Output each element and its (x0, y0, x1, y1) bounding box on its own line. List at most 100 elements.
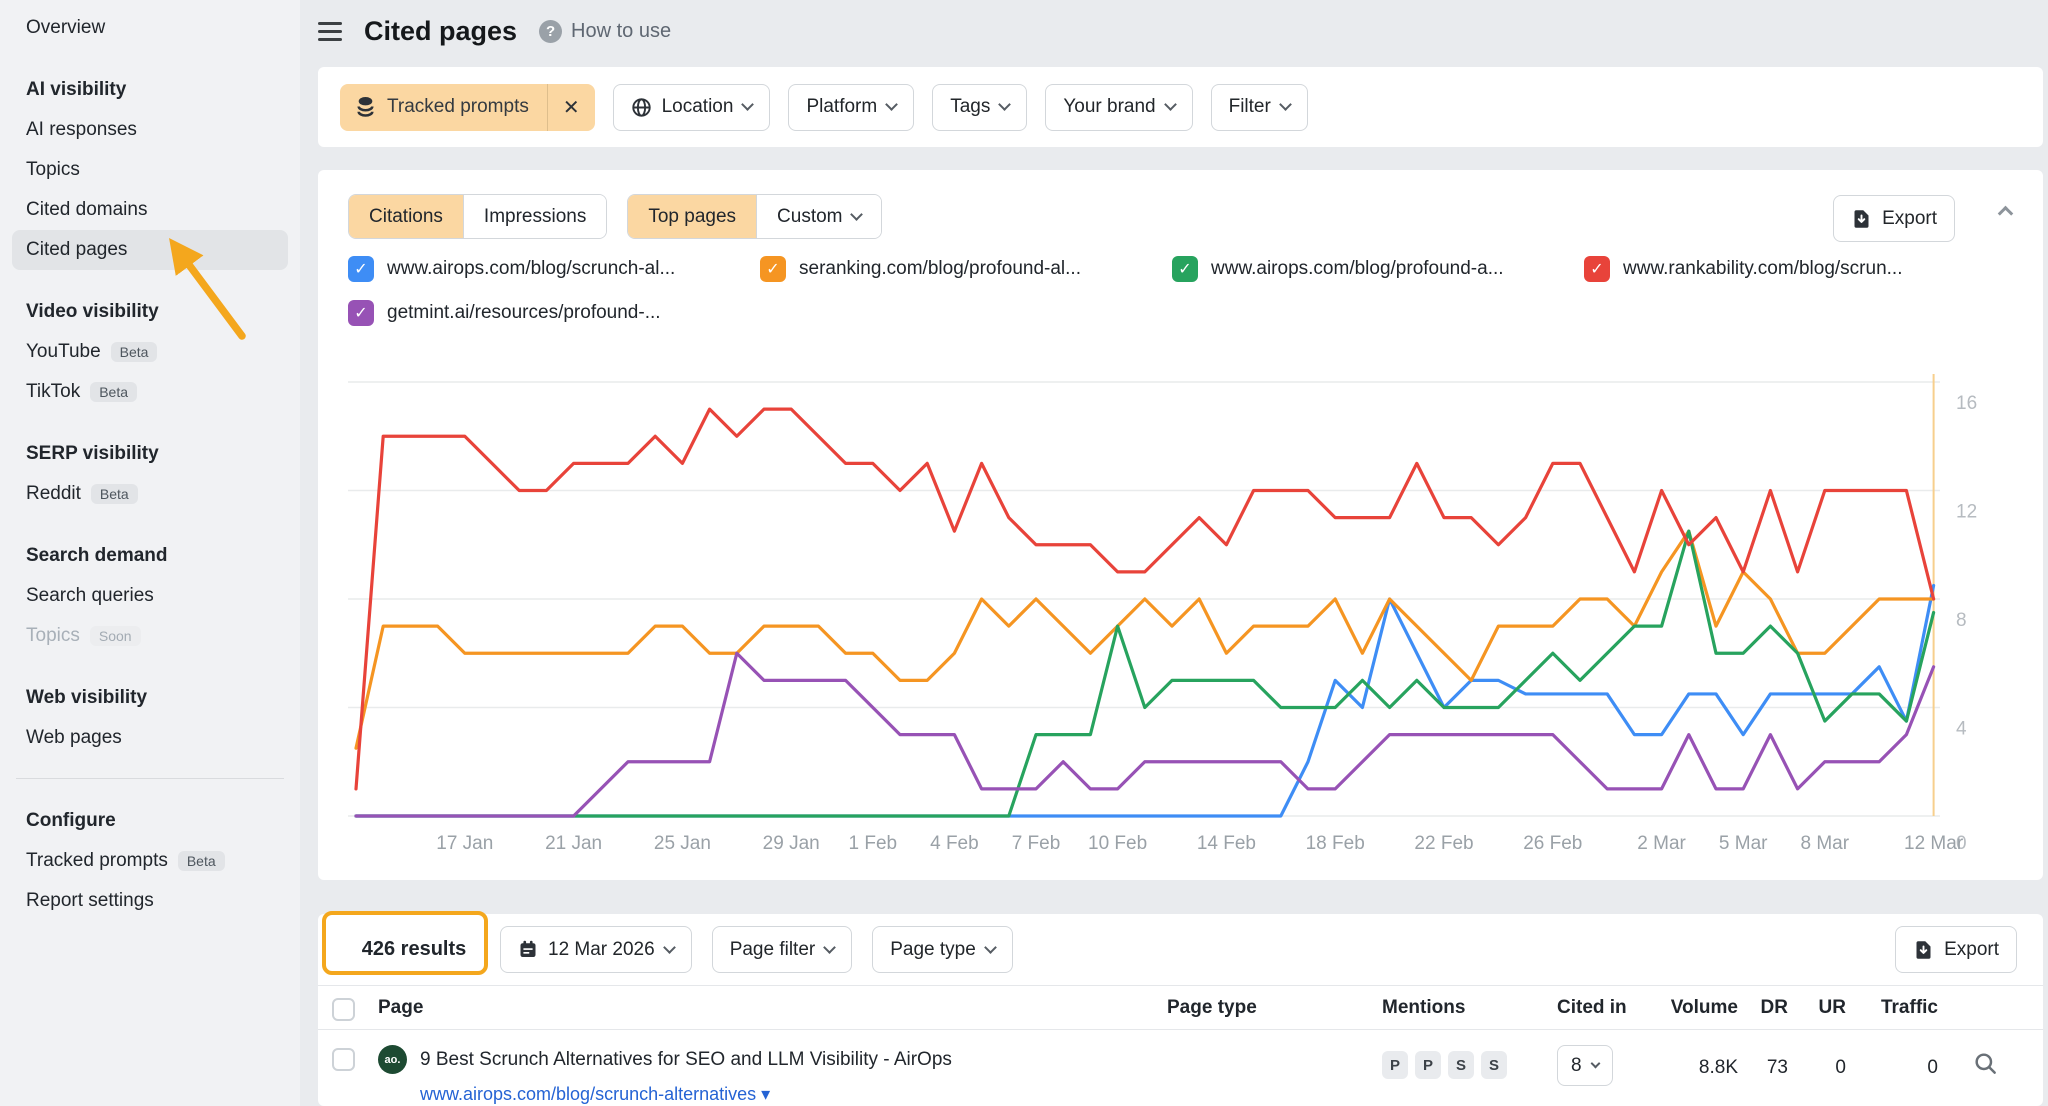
prompts-stack-icon (355, 96, 376, 118)
inspect-button[interactable] (1948, 1045, 2023, 1105)
svg-text:8 Mar: 8 Mar (1801, 833, 1850, 854)
page-filter-button[interactable]: Page filter (712, 926, 853, 973)
export-file-icon (1851, 208, 1872, 230)
select-all-checkbox[interactable] (332, 998, 355, 1021)
row-checkbox[interactable] (332, 1048, 355, 1071)
sidebar-item-web-pages[interactable]: Web pages (12, 718, 288, 758)
sidebar-heading-search-demand: Search demand (12, 536, 288, 576)
tab-label: Custom (777, 206, 842, 228)
svg-text:5 Mar: 5 Mar (1719, 833, 1768, 854)
export-file-icon (1913, 939, 1934, 961)
view-tabs: Top pages Custom (627, 194, 881, 239)
chevron-down-icon (663, 941, 676, 954)
date-picker-button[interactable]: 12 Mar 2026 (500, 926, 692, 973)
page-type-label: Page type (890, 939, 976, 961)
column-header-mentions[interactable]: Mentions (1358, 997, 1533, 1019)
remove-filter-icon[interactable]: ✕ (548, 84, 595, 131)
chart-export-label: Export (1882, 208, 1937, 230)
table-header: Page Page type Mentions Cited in Volume … (318, 986, 2043, 1030)
sidebar-item-label: Topics (26, 625, 80, 647)
sidebar-divider (16, 778, 284, 779)
sidebar-item-topics[interactable]: TopicsSoon (12, 616, 288, 656)
mention-badge[interactable]: S (1448, 1051, 1474, 1079)
legend-item-2[interactable]: ✓www.airops.com/blog/profound-a... (1172, 256, 1584, 282)
tab-top-pages[interactable]: Top pages (628, 195, 756, 238)
badge-beta: Beta (111, 342, 158, 362)
menu-icon[interactable] (318, 22, 342, 41)
volume-cell: 8.8K (1638, 1045, 1738, 1105)
mentions-cell: PPSS (1382, 1045, 1533, 1079)
sidebar-item-ai-responses[interactable]: AI responses (12, 110, 288, 150)
legend-checkbox[interactable]: ✓ (348, 300, 374, 326)
chevron-down-icon (885, 98, 898, 111)
collapse-chart-button[interactable] (2000, 202, 2011, 219)
column-header-volume[interactable]: Volume (1638, 997, 1738, 1019)
legend-item-4[interactable]: ✓getmint.ai/resources/profound-... (348, 300, 760, 326)
citations-line-chart: 161284017 Jan21 Jan25 Jan29 Jan1 Feb4 Fe… (348, 346, 2008, 858)
legend-checkbox[interactable]: ✓ (760, 256, 786, 282)
sidebar-item-report-settings[interactable]: Report settings (12, 881, 288, 921)
svg-text:26 Feb: 26 Feb (1523, 833, 1582, 854)
filter-filter-button[interactable]: Filter (1211, 84, 1308, 131)
tab-custom[interactable]: Custom (756, 195, 880, 238)
tracked-prompts-chip-body[interactable]: Tracked prompts (340, 84, 547, 131)
column-header-ur[interactable]: UR (1798, 997, 1856, 1019)
tags-filter-button[interactable]: Tags (932, 84, 1027, 131)
legend-item-3[interactable]: ✓www.rankability.com/blog/scrun... (1584, 256, 1996, 282)
mention-badge[interactable]: P (1382, 1051, 1408, 1079)
sidebar-item-label: Configure (26, 810, 116, 832)
tab-citations[interactable]: Citations (349, 195, 463, 238)
page-url-link[interactable]: www.airops.com/blog/scrunch-alternatives… (420, 1084, 770, 1105)
sidebar-item-tiktok[interactable]: TikTokBeta (12, 372, 288, 412)
chevron-down-icon (1590, 1058, 1600, 1068)
platform-filter-button[interactable]: Platform (788, 84, 914, 131)
sidebar-item-cited-pages[interactable]: Cited pages (12, 230, 288, 270)
column-header-page-type[interactable]: Page type (1143, 997, 1358, 1019)
help-icon: ? (539, 20, 562, 43)
sidebar-list: OverviewAI visibilityAI responsesTopicsC… (12, 8, 288, 921)
sidebar-item-reddit[interactable]: RedditBeta (12, 474, 288, 514)
chart-plot-area: 161284017 Jan21 Jan25 Jan29 Jan1 Feb4 Fe… (348, 346, 2008, 863)
filter-buttons: Location Platform Tags Your brand Filter (613, 84, 1308, 131)
sidebar-item-youtube[interactable]: YouTubeBeta (12, 332, 288, 372)
sidebar-heading-ai-visibility: AI visibility (12, 70, 288, 110)
svg-text:12: 12 (1956, 502, 1977, 523)
cited-in-dropdown[interactable]: 8 (1557, 1045, 1613, 1086)
your-brand-filter-button[interactable]: Your brand (1045, 84, 1192, 131)
page-type-button[interactable]: Page type (872, 926, 1013, 973)
chevron-down-icon (742, 98, 755, 111)
sidebar-item-search-queries[interactable]: Search queries (12, 576, 288, 616)
results-card: 426 results 12 Mar 2026 Page filter Page… (318, 914, 2043, 1106)
chart-tabs-row: CitationsImpressions Top pages Custom (348, 194, 882, 239)
sidebar-item-label: Search queries (26, 585, 154, 607)
mention-badge[interactable]: P (1415, 1051, 1441, 1079)
mention-badge[interactable]: S (1481, 1051, 1507, 1079)
legend-checkbox[interactable]: ✓ (348, 256, 374, 282)
sidebar-item-label: SERP visibility (26, 443, 159, 465)
sidebar-item-tracked-prompts[interactable]: Tracked promptsBeta (12, 841, 288, 881)
legend-checkbox[interactable]: ✓ (1584, 256, 1610, 282)
location-filter-button[interactable]: Location (613, 84, 771, 131)
legend-checkbox[interactable]: ✓ (1172, 256, 1198, 282)
table-export-button[interactable]: Export (1895, 926, 2017, 973)
sidebar-item-topics[interactable]: Topics (12, 150, 288, 190)
column-header-traffic[interactable]: Traffic (1856, 997, 1948, 1019)
column-header-dr[interactable]: DR (1738, 997, 1798, 1019)
page-header: Cited pages ? How to use (318, 0, 671, 62)
results-count: 426 results (348, 938, 480, 961)
dr-cell: 73 (1738, 1045, 1798, 1105)
legend-item-0[interactable]: ✓www.airops.com/blog/scrunch-al... (348, 256, 760, 282)
table-export-label: Export (1944, 939, 1999, 961)
svg-text:18 Feb: 18 Feb (1306, 833, 1365, 854)
how-to-use-link[interactable]: ? How to use (539, 20, 671, 43)
column-header-page[interactable]: Page (378, 997, 1143, 1019)
sidebar-item-label: AI responses (26, 119, 137, 141)
column-header-cited-in[interactable]: Cited in (1533, 997, 1638, 1019)
sidebar-item-label: Video visibility (26, 301, 159, 323)
legend-item-1[interactable]: ✓seranking.com/blog/profound-al... (760, 256, 1172, 282)
tab-impressions[interactable]: Impressions (463, 195, 606, 238)
sidebar-item-cited-domains[interactable]: Cited domains (12, 190, 288, 230)
chart-export-button[interactable]: Export (1833, 195, 1955, 242)
sidebar-item-overview[interactable]: Overview (12, 8, 288, 48)
magnifier-icon (1973, 1051, 1999, 1077)
